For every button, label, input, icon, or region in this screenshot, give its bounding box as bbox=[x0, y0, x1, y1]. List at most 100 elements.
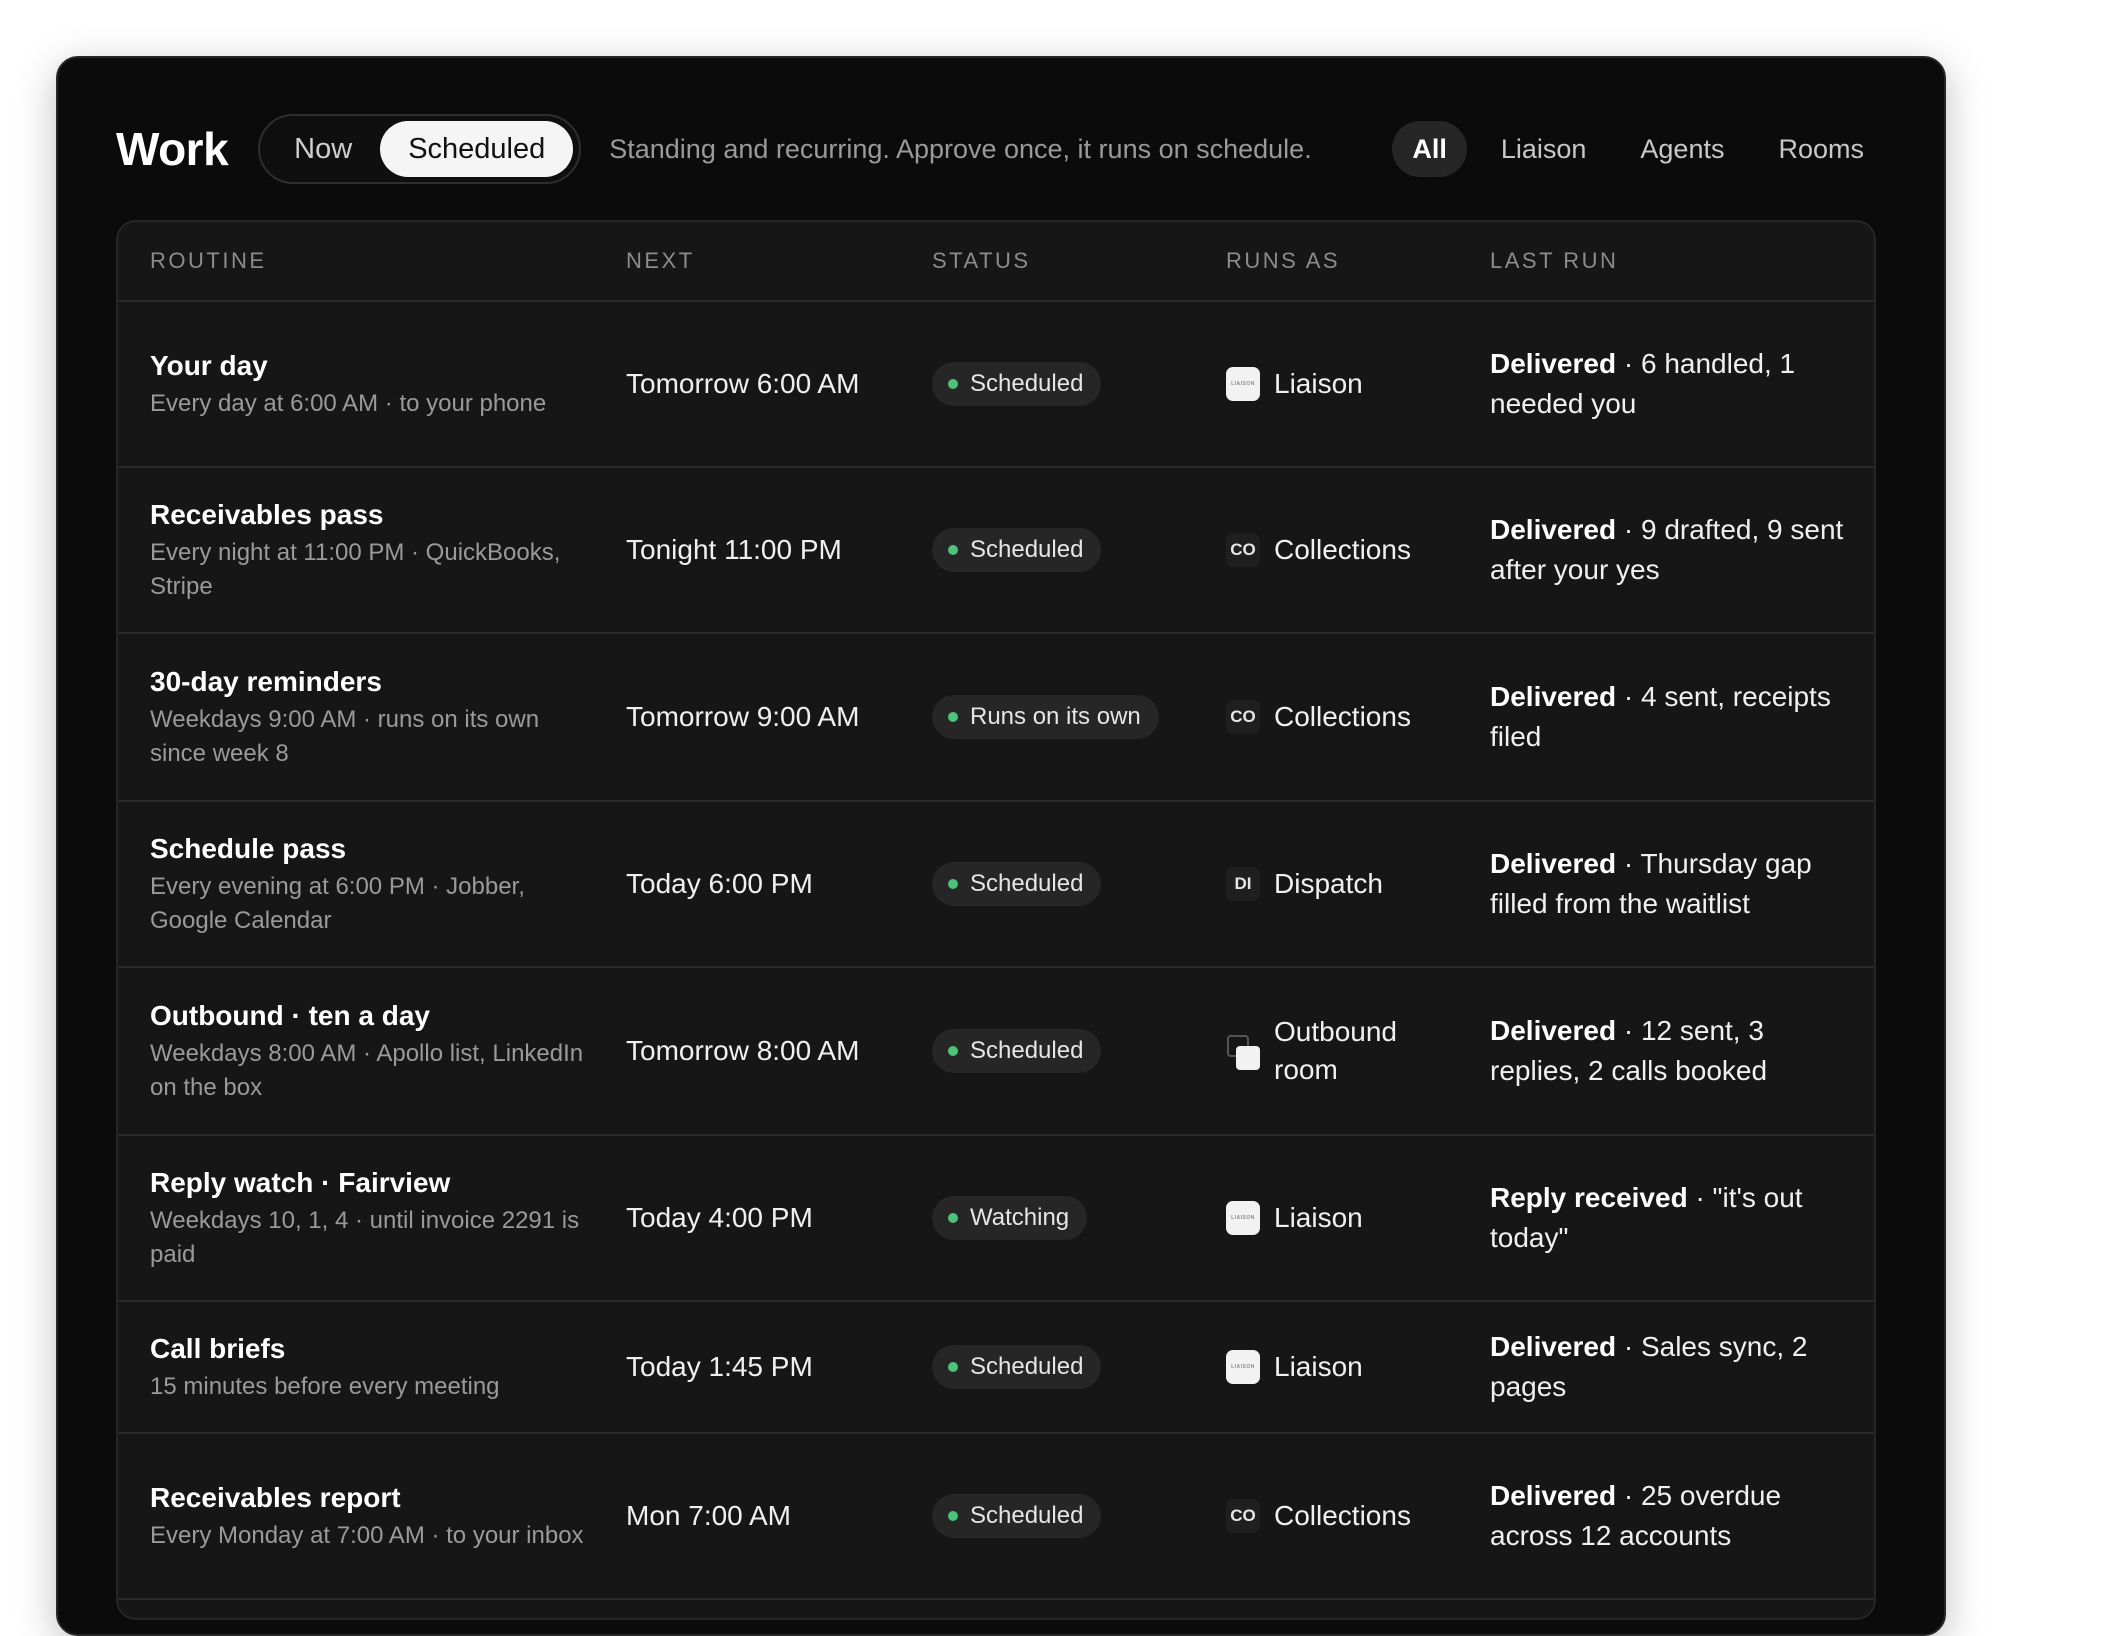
status-label: Runs on its own bbox=[970, 703, 1141, 730]
last-run-cell: Delivered · 25 overdue across 12 account… bbox=[1490, 1434, 1860, 1598]
table-row[interactable]: Reply watch · Fairview Weekdays 10, 1, 4 … bbox=[118, 1136, 1874, 1302]
routine-name: Schedule pass bbox=[150, 833, 347, 864]
status-cell: Runs on its own bbox=[932, 634, 1212, 800]
status-badge: Watching bbox=[932, 1196, 1088, 1240]
next-cell: Tomorrow 6:00 AM bbox=[626, 302, 926, 466]
next-cell: Today 6:00 PM bbox=[626, 802, 926, 966]
routine-name: Receivables report bbox=[150, 1482, 401, 1513]
table-row[interactable]: Schedule pass Every evening at 6:00 PM · … bbox=[118, 802, 1874, 968]
last-run-summary: Delivered · 6 handled, 1 needed you bbox=[1490, 344, 1860, 424]
next-run-time: Today 1:45 PM bbox=[626, 1351, 813, 1382]
status-label: Scheduled bbox=[970, 1502, 1084, 1529]
status-label: Scheduled bbox=[970, 1037, 1084, 1064]
work-window: Work Now Scheduled Standing and recurrin… bbox=[56, 56, 1946, 1636]
last-run-summary: Delivered · 12 sent, 3 replies, 2 calls … bbox=[1490, 1011, 1860, 1091]
status-cell: Scheduled bbox=[932, 1302, 1212, 1432]
runs-as-name: Liaison bbox=[1274, 1351, 1363, 1382]
last-run-summary: Delivered · 25 overdue across 12 account… bbox=[1490, 1476, 1860, 1556]
status-badge: Scheduled bbox=[932, 1345, 1102, 1389]
last-run-status: Delivered bbox=[1490, 1331, 1617, 1362]
status-dot-icon bbox=[948, 1511, 958, 1521]
table-row[interactable]: Call briefs 15 minutes before every meeti… bbox=[118, 1302, 1874, 1434]
column-header-last-run: LAST RUN bbox=[1490, 248, 1619, 273]
status-badge: Scheduled bbox=[932, 528, 1102, 572]
runs-as-name: Collections bbox=[1274, 534, 1411, 565]
next-run-time: Tomorrow 8:00 AM bbox=[626, 1035, 860, 1066]
routine-name: Call briefs bbox=[150, 1333, 286, 1364]
routine-name: Your day bbox=[150, 350, 268, 381]
last-run-status: Delivered bbox=[1490, 1015, 1617, 1046]
filter-agents-tab[interactable]: Agents bbox=[1620, 121, 1744, 177]
last-run-summary: Reply received · "it's out today" bbox=[1490, 1178, 1860, 1258]
page-subtitle: Standing and recurring. Approve once, it… bbox=[609, 133, 1312, 164]
table-row[interactable]: 30-day reminders Weekdays 9:00 AM · runs … bbox=[118, 634, 1874, 802]
status-dot-icon bbox=[948, 1362, 958, 1372]
routines-table: ROUTINE NEXT STATUS RUNS AS LAST RUN You… bbox=[116, 220, 1876, 1620]
table-row[interactable]: Receivables report Every Monday at 7:00 A… bbox=[118, 1434, 1874, 1600]
routine-cell: Your day Every day at 6:00 AM · to your p… bbox=[150, 302, 590, 466]
last-run-cell: Delivered · Sales sync, 2 pages bbox=[1490, 1302, 1860, 1432]
column-header-next: NEXT bbox=[626, 248, 695, 273]
routine-name: 30-day reminders bbox=[150, 666, 382, 697]
table-header: ROUTINE NEXT STATUS RUNS AS LAST RUN bbox=[118, 222, 1874, 302]
status-label: Scheduled bbox=[970, 536, 1084, 563]
filter-tabs: All Liaison Agents Rooms bbox=[1392, 121, 1884, 177]
runs-as-name: Liaison bbox=[1274, 1202, 1363, 1233]
co-agent-icon: CO bbox=[1226, 700, 1260, 734]
status-label: Scheduled bbox=[970, 870, 1084, 897]
status-cell: Scheduled bbox=[932, 468, 1212, 632]
table-row[interactable]: Outbound · ten a day Weekdays 8:00 AM · A… bbox=[118, 968, 1874, 1136]
next-run-time: Tonight 11:00 PM bbox=[626, 534, 842, 565]
co-agent-icon: CO bbox=[1226, 1499, 1260, 1533]
last-run-status: Delivered bbox=[1490, 348, 1617, 379]
status-dot-icon bbox=[948, 879, 958, 889]
next-cell: Tomorrow 8:00 AM bbox=[626, 968, 926, 1134]
status-dot-icon bbox=[948, 545, 958, 555]
next-run-time: Tomorrow 9:00 AM bbox=[626, 701, 860, 732]
runs-as-cell: CO Collections bbox=[1226, 1434, 1466, 1598]
status-cell: Scheduled bbox=[932, 302, 1212, 466]
status-label: Watching bbox=[970, 1204, 1070, 1231]
room-icon bbox=[1226, 1034, 1260, 1070]
last-run-status: Delivered bbox=[1490, 681, 1617, 712]
runs-as-cell: CO Collections bbox=[1226, 634, 1466, 800]
last-run-summary: Delivered · 9 drafted, 9 sent after your… bbox=[1490, 510, 1860, 590]
next-run-time: Today 6:00 PM bbox=[626, 868, 813, 899]
status-label: Scheduled bbox=[970, 370, 1084, 397]
runs-as-cell: LIAISON Liaison bbox=[1226, 1302, 1466, 1432]
filter-liaison-tab[interactable]: Liaison bbox=[1481, 121, 1607, 177]
table-body: Your day Every day at 6:00 AM · to your p… bbox=[118, 302, 1874, 1600]
runs-as-cell: CO Collections bbox=[1226, 468, 1466, 632]
table-row[interactable]: Your day Every day at 6:00 AM · to your p… bbox=[118, 302, 1874, 468]
next-cell: Tonight 11:00 PM bbox=[626, 468, 926, 632]
column-header-status: STATUS bbox=[932, 248, 1031, 273]
liaison-logo-icon: LIAISON bbox=[1226, 1350, 1260, 1384]
status-badge: Runs on its own bbox=[932, 695, 1159, 739]
last-run-cell: Delivered · 12 sent, 3 replies, 2 calls … bbox=[1490, 968, 1860, 1134]
last-run-status: Delivered bbox=[1490, 514, 1617, 545]
filter-rooms-tab[interactable]: Rooms bbox=[1758, 121, 1884, 177]
mode-scheduled-button[interactable]: Scheduled bbox=[380, 121, 574, 177]
next-cell: Today 1:45 PM bbox=[626, 1302, 926, 1432]
header: Work Now Scheduled Standing and recurrin… bbox=[116, 106, 1884, 192]
last-run-status: Delivered bbox=[1490, 848, 1617, 879]
status-dot-icon bbox=[948, 712, 958, 722]
filter-all-tab[interactable]: All bbox=[1392, 121, 1467, 177]
last-run-cell: Delivered · 9 drafted, 9 sent after your… bbox=[1490, 468, 1860, 632]
last-run-cell: Delivered · 4 sent, receipts filed bbox=[1490, 634, 1860, 800]
last-run-summary: Delivered · Thursday gap filled from the… bbox=[1490, 844, 1860, 924]
runs-as-name: Liaison bbox=[1274, 368, 1363, 399]
table-row[interactable]: Receivables pass Every night at 11:00 PM … bbox=[118, 468, 1874, 634]
next-cell: Today 4:00 PM bbox=[626, 1136, 926, 1300]
runs-as-name: Dispatch bbox=[1274, 868, 1383, 899]
page-title: Work bbox=[116, 123, 229, 175]
status-label: Scheduled bbox=[970, 1353, 1084, 1380]
routine-cell: Receivables report Every Monday at 7:00 A… bbox=[150, 1434, 590, 1598]
mode-now-button[interactable]: Now bbox=[266, 121, 380, 177]
routine-cell: Outbound · ten a day Weekdays 8:00 AM · A… bbox=[150, 968, 590, 1134]
status-cell: Scheduled bbox=[932, 1434, 1212, 1598]
mode-switch: Now Scheduled bbox=[258, 114, 582, 184]
next-run-time: Today 4:00 PM bbox=[626, 1202, 813, 1233]
runs-as-name: Collections bbox=[1274, 1500, 1411, 1531]
routine-schedule: 15 minutes before every meeting bbox=[150, 1373, 500, 1400]
